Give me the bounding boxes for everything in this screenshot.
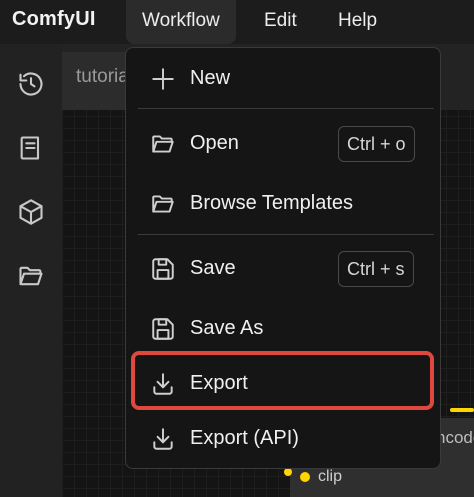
menu-item-save[interactable]: Save Ctrl + s bbox=[126, 243, 440, 295]
folder-open-icon bbox=[150, 131, 176, 157]
input-slot-dot[interactable] bbox=[300, 472, 310, 482]
menu-item-new[interactable]: New bbox=[126, 53, 440, 105]
node-title: ncode bbox=[436, 428, 474, 447]
menu-item-export-api[interactable]: Export (API) bbox=[126, 413, 440, 465]
download-icon bbox=[150, 426, 176, 452]
input-slot-dot[interactable] bbox=[284, 468, 292, 476]
cube-icon[interactable] bbox=[17, 198, 45, 226]
menu-workflow[interactable]: Workflow bbox=[126, 0, 236, 44]
menu-item-label: New bbox=[190, 67, 231, 89]
plus-icon bbox=[150, 66, 176, 92]
menu-divider bbox=[138, 234, 434, 235]
top-menu-bar: ComfyUI Workflow Edit Help bbox=[0, 0, 474, 44]
menu-divider bbox=[138, 108, 434, 109]
shortcut-badge: Ctrl + s bbox=[338, 251, 414, 287]
book-icon[interactable] bbox=[17, 134, 45, 162]
menu-item-label: Open bbox=[190, 132, 239, 154]
menu-item-label: Save As bbox=[190, 317, 264, 339]
menu-help[interactable]: Help bbox=[322, 0, 393, 44]
folder-open-icon[interactable] bbox=[17, 262, 45, 290]
floppy-disk-icon bbox=[150, 256, 176, 282]
workflow-tab[interactable]: tutorial bbox=[62, 52, 132, 110]
folder-open-icon bbox=[150, 191, 176, 217]
menu-edit[interactable]: Edit bbox=[248, 0, 313, 44]
floppy-disk-icon bbox=[150, 316, 176, 342]
menu-item-label: Export (API) bbox=[190, 427, 299, 449]
link-wire bbox=[450, 408, 474, 412]
history-icon[interactable] bbox=[17, 70, 45, 98]
menu-item-browse-templates[interactable]: Browse Templates bbox=[126, 178, 440, 230]
export-highlight-box bbox=[131, 351, 434, 410]
menu-item-open[interactable]: Open Ctrl + o bbox=[126, 118, 440, 170]
menu-item-save-as[interactable]: Save As bbox=[126, 303, 440, 355]
menu-item-label: Browse Templates bbox=[190, 192, 354, 214]
app-logo[interactable]: ComfyUI bbox=[12, 8, 96, 31]
node-input-label: clip bbox=[318, 468, 343, 485]
sidebar bbox=[0, 44, 62, 497]
shortcut-badge: Ctrl + o bbox=[338, 126, 415, 162]
menu-item-label: Save bbox=[190, 257, 236, 279]
